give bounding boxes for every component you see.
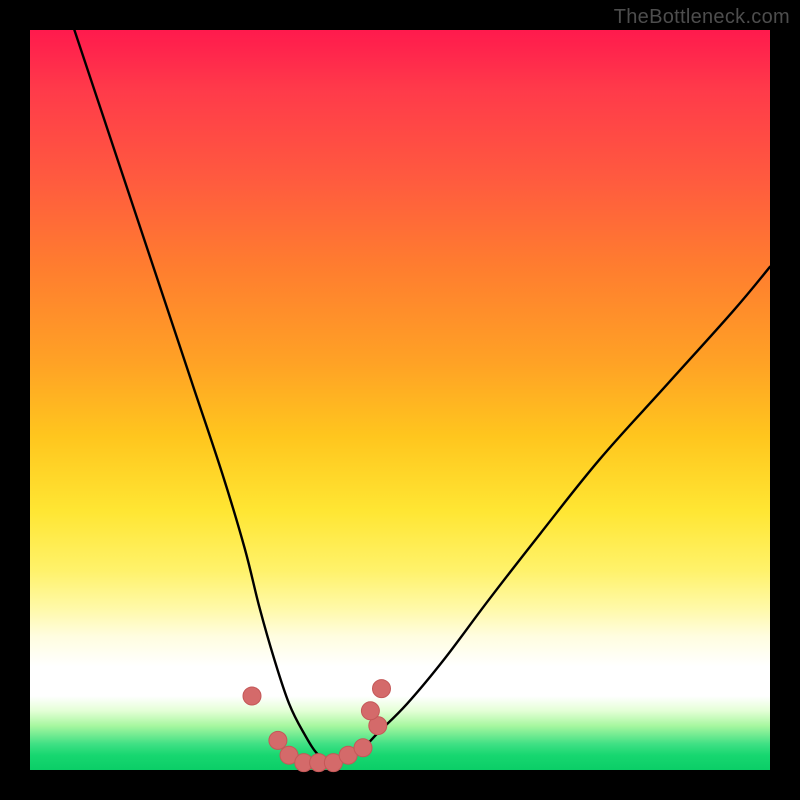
bottom-marker	[269, 731, 287, 749]
watermark-text: TheBottleneck.com	[614, 6, 790, 29]
chart-frame: TheBottleneck.com	[0, 0, 800, 800]
bottleneck-curve	[74, 30, 770, 763]
bottom-marker-group	[243, 680, 391, 772]
bottom-marker	[361, 702, 379, 720]
bottom-marker	[354, 739, 372, 757]
bottom-marker	[373, 680, 391, 698]
plot-area	[30, 30, 770, 770]
bottom-marker	[243, 687, 261, 705]
chart-svg	[30, 30, 770, 770]
